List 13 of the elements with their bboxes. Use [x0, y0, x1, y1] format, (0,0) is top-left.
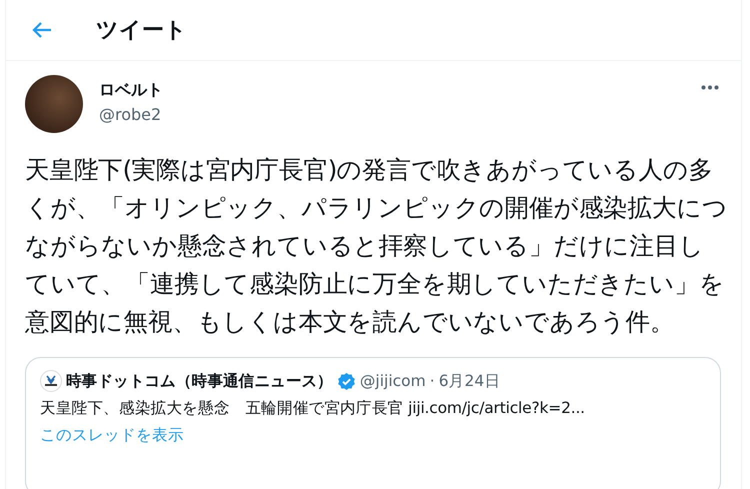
- tweet-text: 天皇陛下(実際は宮内庁長官)の発言で吹きあがっている人の多くが、「オリンピック、パラリンピックの開催が感染拡大につながらないか懸念されていると拝察している」だけに注目していて、「連携して感染防止に万全を期していただきたい」を意図的に無視、もしくは本文を読んでいないであろう件。: [24, 154, 728, 338]
- more-icon[interactable]: [701, 85, 719, 90]
- separator-dot: ·: [430, 372, 435, 390]
- quoted-author-name: 時事ドットコム（時事通信ニュース）: [66, 370, 333, 392]
- quoted-tweet-text: 天皇陛下、感染拡大を懸念 五輪開催で宮内庁長官 jiji.com/jc/article?k=2...: [40, 398, 586, 419]
- quoted-date: 6月24日: [438, 370, 500, 392]
- page-title: ツイート: [96, 17, 187, 45]
- news-logo-icon: [40, 370, 62, 392]
- quoted-author-handle: @jijicom: [360, 372, 426, 390]
- back-arrow-icon[interactable]: [32, 21, 52, 39]
- quoted-tweet-card[interactable]: 時事ドットコム（時事通信ニュース） @jijicom · 6月24日 天皇陛下、感染拡大を懸念 五輪開催で宮内庁長官 jiji.com/jc/article?k=2... このスレッドを表示: [25, 357, 721, 489]
- author-handle[interactable]: @robe2: [99, 105, 685, 124]
- author-name[interactable]: ロベルト: [99, 80, 685, 101]
